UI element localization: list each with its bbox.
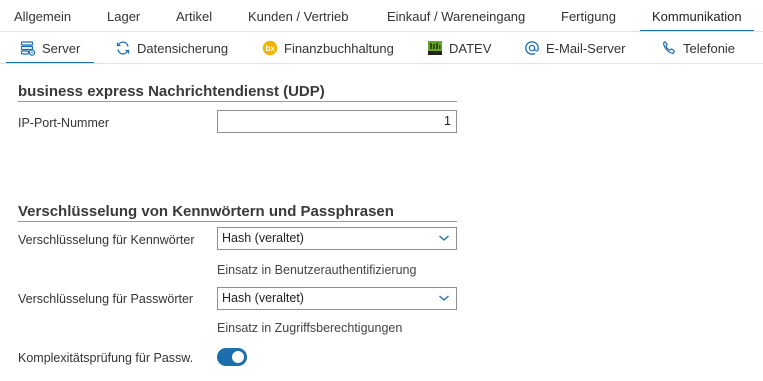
toggle-knob: [232, 351, 244, 363]
svg-text:bx: bx: [265, 44, 275, 53]
subtab-datensicherung[interactable]: Datensicherung: [115, 33, 228, 63]
tab-kunden-vertrieb[interactable]: Kunden / Vertrieb: [248, 0, 348, 32]
subtab-telefonie[interactable]: Telefonie: [661, 33, 735, 63]
encryption-section-title: Verschlüsselung von Kennwörtern und Pass…: [18, 203, 394, 220]
tab-artikel[interactable]: Artikel: [176, 0, 212, 32]
udp-section-title: business express Nachrichtendienst (UDP): [18, 83, 325, 100]
main-tab-bar: Allgemein Lager Artikel Kunden / Vertrie…: [0, 0, 763, 32]
subtab-label: Datensicherung: [137, 40, 229, 56]
tab-kommunikation[interactable]: Kommunikation: [640, 0, 754, 32]
bx-logo-icon: bx: [262, 40, 278, 56]
subtab-label: Server: [42, 40, 81, 56]
kennwort-encryption-select[interactable]: Hash (veraltet): [217, 227, 457, 250]
at-sign-icon: [525, 41, 539, 55]
passwort-encryption-select[interactable]: Hash (veraltet): [217, 287, 457, 310]
passwort-encryption-hint: Einsatz in Zugriffsberechtigungen: [217, 321, 403, 335]
tab-fertigung[interactable]: Fertigung: [561, 0, 616, 32]
refresh-icon: [116, 41, 130, 55]
subtab-label: Finanzbuchhaltung: [284, 40, 394, 56]
subtab-label: Telefonie: [683, 40, 736, 56]
udp-section-divider: [18, 101, 457, 102]
subtab-label: DATEV: [449, 40, 492, 56]
chevron-down-icon: [439, 295, 449, 301]
subtab-finanzbuchhaltung[interactable]: bx Finanzbuchhaltung: [262, 33, 394, 63]
tab-lager[interactable]: Lager: [107, 0, 140, 32]
kennwort-encryption-value: Hash (veraltet): [222, 231, 304, 245]
server-gear-icon: [20, 41, 36, 56]
subtab-email-server[interactable]: E-Mail-Server: [524, 33, 625, 63]
encryption-section-divider: [18, 221, 457, 222]
subtab-datev[interactable]: DATEV: [427, 33, 491, 63]
port-input[interactable]: 1: [217, 110, 457, 133]
tab-einkauf-wareneingang[interactable]: Einkauf / Wareneingang: [387, 0, 525, 32]
kennwort-encryption-hint: Einsatz in Benutzerauthentifizierung: [217, 263, 417, 277]
passwort-encryption-value: Hash (veraltet): [222, 291, 304, 305]
tab-bar-divider: [0, 31, 763, 32]
chevron-down-icon: [439, 235, 449, 241]
sub-tab-divider: [0, 63, 763, 64]
tab-allgemein[interactable]: Allgemein: [14, 0, 71, 32]
passwort-encryption-label: Verschlüsselung für Passwörter: [18, 292, 194, 306]
sub-tab-bar: Server Datensicherung bx Finanzbuchhaltu…: [0, 33, 763, 64]
subtab-label: E-Mail-Server: [546, 40, 626, 56]
port-label: IP-Port-Nummer: [18, 116, 109, 130]
phone-icon: [663, 41, 675, 54]
complexity-check-toggle[interactable]: [217, 348, 247, 366]
datev-logo-icon: [428, 41, 442, 55]
complexity-check-label: Komplexitätsprüfung für Passw.: [18, 351, 194, 365]
kennwort-encryption-label: Verschlüsselung für Kennwörter: [18, 233, 195, 247]
subtab-server[interactable]: Server: [5, 33, 95, 64]
